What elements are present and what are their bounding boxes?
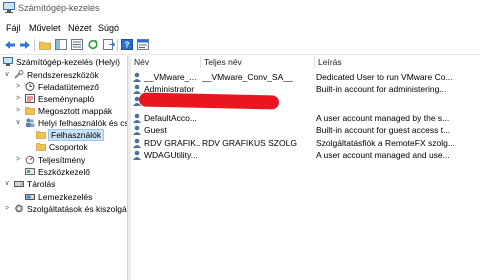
tree-item-groups[interactable]: Csoportok [25,141,88,153]
tree-item-shared-folders[interactable]: > Megosztott mappák [14,105,112,117]
user-full-name: __VMware_Conv_SA__ [202,72,293,82]
storage-icon [14,181,24,187]
tree-item-storage[interactable]: ∨ Tárolás [3,178,55,190]
user-description: Built-in account for administering... [316,84,447,94]
tree-item-performance[interactable]: > Teljesítmény [14,154,85,166]
menu-file[interactable]: Fájl [6,23,21,33]
column-header-name[interactable]: Név [131,56,201,68]
services-icon [15,204,23,213]
shared-folder-icon [25,107,35,115]
chevron-right-icon[interactable]: > [14,93,22,105]
chevron-right-icon[interactable]: > [14,154,22,166]
tree-item-services-applications[interactable]: > Szolgáltatások és kiszolgáló [3,203,127,215]
tree-item-disk-management[interactable]: Lemezkezelés [14,191,92,203]
chevron-down-icon[interactable]: ∨ [3,178,11,190]
title-bar: Számítógép-kezelés [0,0,480,18]
back-arrow-icon[interactable] [3,38,17,51]
user-icon [133,138,141,148]
folder-icon [36,143,46,151]
user-full-name: RDV GRAFIKUS SZOLG [202,138,297,148]
user-name: __VMware_... [144,72,197,82]
chevron-down-icon[interactable]: ∨ [3,69,11,81]
menu-view[interactable]: Nézet [68,23,92,33]
chevron-right-icon[interactable]: > [3,203,11,215]
toolbar: ? [0,36,480,55]
user-icon [133,72,141,82]
device-manager-icon [25,168,35,175]
user-name: RDV GRAFIK... [144,138,200,148]
computer-management-icon [3,2,15,13]
user-description: Szolgáltatásfiók a RemoteFX szolg... [316,138,455,148]
user-description: Dedicated User to run VMware Co... [316,72,453,82]
redaction-mark [138,92,280,110]
user-description: A user account managed by the s... [316,113,450,123]
tree-item-local-users-groups[interactable]: ∨ Helyi felhasználók és cs [14,117,127,129]
tree-item-users[interactable]: Felhasználók [25,129,105,141]
table-row[interactable]: WDAGUtility... A user account managed an… [131,149,480,161]
table-row[interactable]: RDV GRAFIK... RDV GRAFIKUS SZOLG Szolgál… [131,137,480,149]
event-log-icon [25,94,35,103]
show-tree-icon[interactable] [54,38,68,51]
svg-text:?: ? [125,41,130,50]
user-description: A user account managed and use... [316,150,450,160]
disk-icon [25,194,35,200]
user-icon [133,150,141,160]
user-name: DefaultAcco... [144,113,197,123]
menu-help[interactable]: Súgó [98,23,119,33]
tree-item-event-viewer[interactable]: > Eseménynapló [14,93,94,105]
tree-item-task-scheduler[interactable]: > Feladatütemező [14,81,99,93]
menu-action[interactable]: Művelet [29,23,61,33]
table-row[interactable]: __VMware_... __VMware_Conv_SA__ Dedicate… [131,71,480,83]
help-icon[interactable]: ? [120,38,134,51]
table-row[interactable]: DefaultAcco... A user account managed by… [131,112,480,124]
navigation-tree: Számítógép-kezelés (Helyi) ∨ Rendszeresz… [0,56,127,280]
window-title: Számítógép-kezelés [18,3,100,13]
tree-item-device-manager[interactable]: Eszközkezelő [14,166,90,178]
users-icon [26,118,35,127]
chevron-down-icon[interactable]: ∨ [14,117,22,129]
clock-icon [25,82,35,91]
tree-item-computer-management[interactable]: Számítógép-kezelés (Helyi) [3,56,120,68]
tree-item-system-tools[interactable]: ∨ Rendszereszközök [3,69,99,81]
up-folder-icon[interactable] [38,38,52,51]
performance-icon [25,155,35,164]
forward-arrow-icon[interactable] [18,38,32,51]
refresh-icon[interactable] [86,38,100,51]
user-icon [133,125,141,135]
user-name: WDAGUtility... [144,150,198,160]
user-icon [133,84,141,94]
chevron-right-icon[interactable]: > [14,105,22,117]
computer-management-icon [3,57,13,66]
column-header-description[interactable]: Leírás [315,56,480,68]
menu-bar: Fájl Művelet Nézet Súgó [0,20,480,34]
column-header-full-name[interactable]: Teljes név [201,56,315,68]
user-icon [133,113,141,123]
chevron-right-icon[interactable]: > [14,81,22,93]
user-list: Név Teljes név Leírás __VMware_... __VMw… [131,56,480,280]
export-icon[interactable] [102,38,116,51]
table-row[interactable]: Guest Built-in account for guest access … [131,124,480,136]
list-icon[interactable] [70,38,84,51]
user-name: Guest [144,125,167,135]
tools-icon [14,70,24,79]
user-description: Built-in account for guest access t... [316,125,451,135]
properties-icon[interactable] [136,38,150,51]
folder-icon [36,131,46,139]
